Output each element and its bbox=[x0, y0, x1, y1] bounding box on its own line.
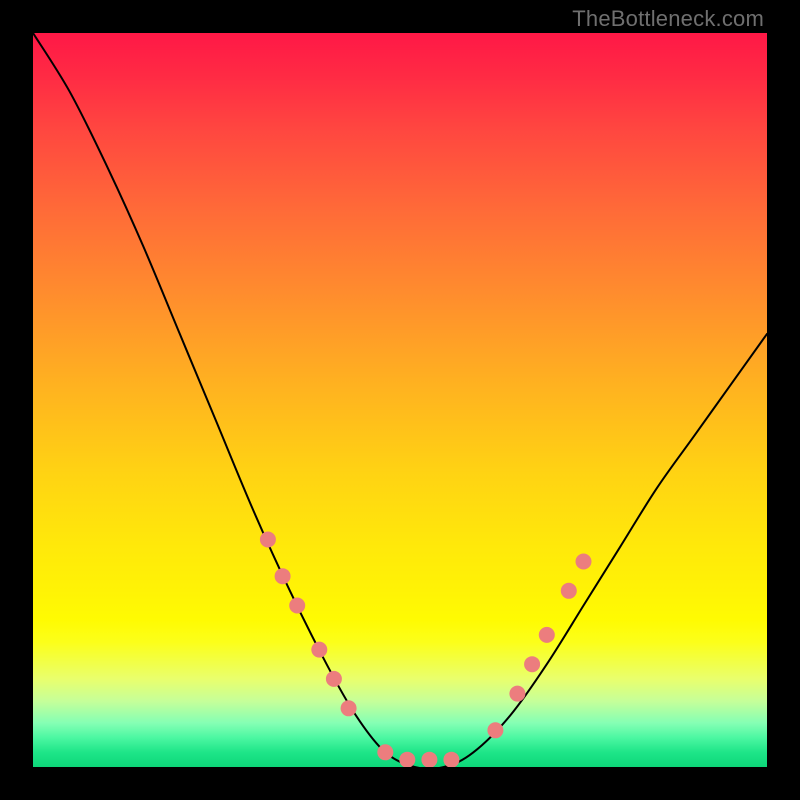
data-marker bbox=[443, 752, 459, 767]
data-marker bbox=[509, 686, 525, 702]
data-marker bbox=[289, 598, 305, 614]
data-marker bbox=[576, 554, 592, 570]
data-marker bbox=[399, 752, 415, 767]
data-marker bbox=[539, 627, 555, 643]
data-marker bbox=[524, 656, 540, 672]
data-marker bbox=[421, 752, 437, 767]
data-marker bbox=[341, 700, 357, 716]
data-marker bbox=[487, 722, 503, 738]
data-marker bbox=[326, 671, 342, 687]
data-marker bbox=[561, 583, 577, 599]
chart-frame: TheBottleneck.com bbox=[0, 0, 800, 800]
data-marker bbox=[377, 744, 393, 760]
watermark-text: TheBottleneck.com bbox=[572, 6, 764, 32]
curve-layer bbox=[33, 33, 767, 767]
data-marker bbox=[260, 532, 276, 548]
data-marker bbox=[275, 568, 291, 584]
marker-layer bbox=[260, 532, 592, 768]
bottleneck-curve bbox=[33, 33, 767, 767]
chart-svg bbox=[33, 33, 767, 767]
plot-area bbox=[33, 33, 767, 767]
data-marker bbox=[311, 642, 327, 658]
